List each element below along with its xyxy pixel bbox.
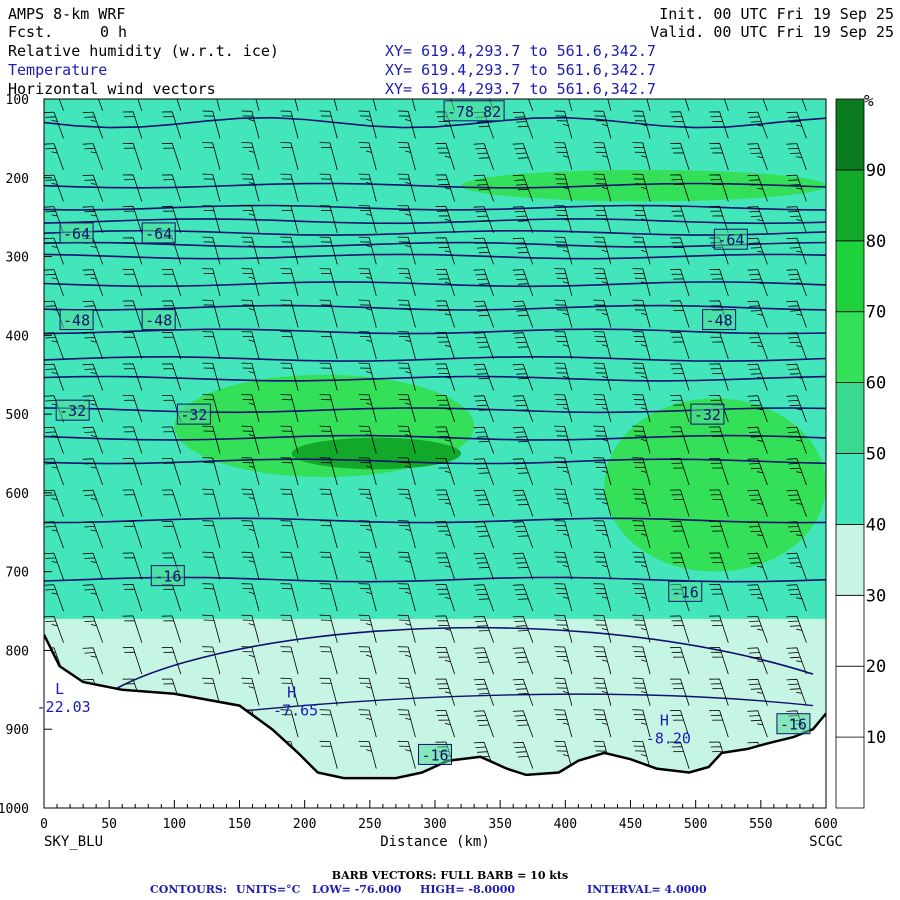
x-tick-label-450: 450 — [619, 817, 642, 832]
model-title: AMPS 8-km WRF — [8, 5, 125, 23]
contour-label-0: -78 82 — [447, 103, 501, 121]
field-temperature-xy: XY= 619.4,293.7 to 561.6,342.7 — [385, 61, 656, 79]
colorbar-tick-label-80: 80 — [866, 232, 886, 252]
cross-section-figure: AMPS 8-km WRF Fcst. 0 h Init. 00 UTC Fri… — [0, 5, 894, 896]
x-tick-label-300: 300 — [423, 817, 446, 832]
init-time: Init. 00 UTC Fri 19 Sep 25 — [659, 5, 894, 23]
colorbar-tick-label-10: 10 — [866, 728, 886, 748]
y-tick-label-500: 500 — [6, 408, 29, 423]
field-temperature-name: Temperature — [8, 61, 107, 79]
contour-label-11: -16 — [672, 583, 699, 601]
contours-units: UNITS=°C — [236, 883, 301, 896]
colorbar: 10 20 30 40 50 60 70 80 90 — [835, 98, 886, 809]
colorbar-tick-label-60: 60 — [866, 374, 886, 394]
colorbar-tick-label-20: 20 — [866, 657, 886, 677]
x-tick-label-350: 350 — [488, 817, 511, 832]
extremum-value-2: -8.20 — [646, 729, 691, 747]
x-tick-label-600: 600 — [814, 817, 837, 832]
field-wind-name: Horizontal wind vectors — [8, 80, 216, 98]
contour-label-2: -64 — [145, 225, 172, 243]
colorbar-swatch-20 — [835, 594, 865, 667]
field-rh-xy: XY= 619.4,293.7 to 561.6,342.7 — [385, 42, 656, 60]
contours-high: HIGH= -8.0000 — [420, 883, 515, 896]
x-tick-label-400: 400 — [554, 817, 577, 832]
colorbar-tick-label-40: 40 — [866, 515, 886, 535]
x-tick-label-0: 0 — [40, 817, 48, 832]
barb-legend: BARB VECTORS: FULL BARB = 10 kts — [332, 869, 568, 882]
y-tick-label-700: 700 — [6, 566, 29, 581]
colorbar-unit: % — [864, 91, 874, 110]
field-rh-name: Relative humidity (w.r.t. ice) — [8, 42, 279, 60]
y-tick-label-600: 600 — [6, 487, 29, 502]
forecast-label: Fcst. — [8, 23, 53, 41]
contour-label-1: -64 — [63, 225, 90, 243]
y-tick-label-400: 400 — [6, 329, 29, 344]
colorbar-tick-label-90: 90 — [866, 161, 886, 181]
y-tick-label-1000: 1000 — [0, 802, 29, 817]
colorbar-tick-label-30: 30 — [866, 586, 886, 606]
colorbar-swatch-70 — [835, 240, 865, 313]
y-tick-label-800: 800 — [6, 644, 29, 659]
extremum-value-0: -22.03 — [37, 698, 91, 716]
colorbar-swatch-40 — [835, 453, 865, 525]
contour-label-7: -32 — [59, 402, 86, 420]
colorbar-swatch-10 — [835, 665, 865, 738]
contour-label-5: -48 — [145, 312, 172, 330]
x-tick-label-550: 550 — [749, 817, 772, 832]
contour-label-6: -48 — [706, 312, 733, 330]
contours-interval: INTERVAL= 4.0000 — [587, 883, 707, 896]
right-endpoint-label: SCGC — [809, 834, 843, 850]
contours-low: LOW= -76.000 — [312, 883, 402, 896]
contour-label-10: -16 — [154, 568, 181, 586]
colorbar-swatch-60 — [835, 311, 865, 384]
left-endpoint-label: SKY_BLU — [44, 834, 103, 850]
forecast-hour: 0 h — [100, 23, 127, 41]
contours-label: CONTOURS: — [150, 883, 227, 896]
extremum-value-1: -7.65 — [273, 702, 318, 720]
extremum-mark-1: H — [287, 684, 296, 702]
x-tick-label-500: 500 — [684, 817, 707, 832]
colorbar-swatch-30 — [835, 524, 865, 596]
contour-label-13: -16 — [780, 716, 807, 734]
contour-label-3: -64 — [717, 231, 744, 249]
extremum-mark-2: H — [660, 711, 669, 729]
colorbar-tick-label-50: 50 — [866, 445, 886, 465]
x-tick-label-50: 50 — [101, 817, 117, 832]
contour-label-4: -48 — [63, 312, 90, 330]
x-tick-label-250: 250 — [358, 817, 381, 832]
rh-region-3 — [291, 437, 462, 470]
colorbar-swatch-90 — [835, 98, 865, 171]
contour-label-12: -16 — [421, 746, 448, 764]
x-tick-label-200: 200 — [293, 817, 316, 832]
y-tick-label-200: 200 — [6, 172, 29, 187]
colorbar-tick-label-70: 70 — [866, 303, 886, 323]
colorbar-swatch-80 — [835, 169, 865, 242]
y-tick-label-100: 100 — [6, 93, 29, 108]
x-tick-label-150: 150 — [228, 817, 251, 832]
colorbar-swatch-0 — [835, 736, 865, 809]
x-axis-title: Distance (km) — [380, 834, 490, 850]
x-tick-label-100: 100 — [163, 817, 186, 832]
contour-label-9: -32 — [694, 406, 721, 424]
y-tick-label-300: 300 — [6, 251, 29, 266]
field-wind-xy: XY= 619.4,293.7 to 561.6,342.7 — [385, 80, 656, 98]
y-tick-label-900: 900 — [6, 723, 29, 738]
contour-label-8: -32 — [180, 406, 207, 424]
colorbar-swatch-50 — [835, 382, 865, 454]
extremum-mark-0: L — [55, 680, 64, 698]
valid-time: Valid. 00 UTC Fri 19 Sep 25 — [650, 23, 894, 41]
